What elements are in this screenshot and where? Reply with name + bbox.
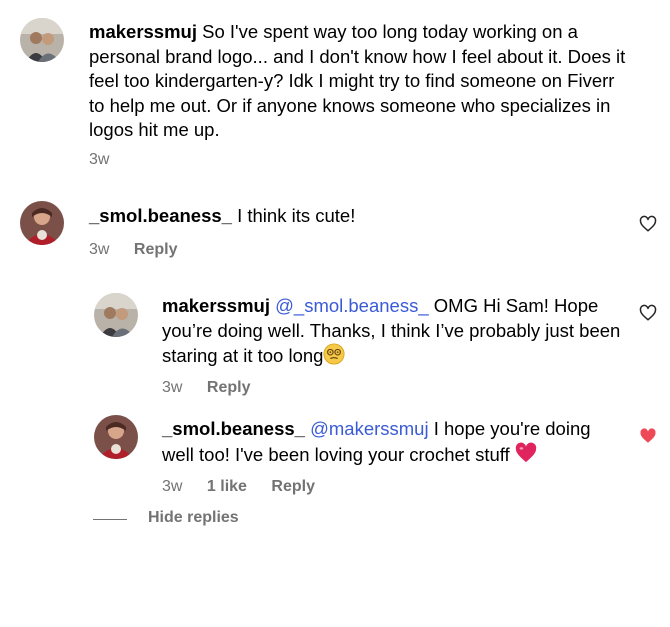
mention-link[interactable]: @_smol.beaness_ xyxy=(275,295,429,316)
divider xyxy=(93,519,127,520)
like-button[interactable] xyxy=(639,304,657,322)
timestamp: 3w xyxy=(162,478,183,495)
hide-replies-button[interactable]: Hide replies xyxy=(148,509,239,527)
like-button[interactable] xyxy=(639,215,657,233)
profile-photo-icon xyxy=(94,293,138,337)
heart-outline-icon xyxy=(639,215,657,232)
heart-filled-icon xyxy=(640,428,656,443)
profile-photo-icon xyxy=(20,201,64,245)
username[interactable]: _smol.beaness_ xyxy=(89,205,232,226)
red-heart-emoji xyxy=(515,442,537,464)
comment-body: I think its cute! xyxy=(237,205,356,226)
caption-text: makerssmuj So I've spent way too long to… xyxy=(89,20,629,143)
like-button[interactable] xyxy=(639,427,657,445)
avatar[interactable] xyxy=(94,293,138,337)
likes-count[interactable]: 1 like xyxy=(207,478,247,495)
timestamp: 3w xyxy=(89,151,110,168)
caption-meta: 3w xyxy=(89,151,129,169)
reply-text: makerssmuj @_smol.beaness_ OMG Hi Sam! H… xyxy=(162,294,622,369)
reply-meta: 3w 1 like Reply xyxy=(162,478,335,496)
reply-button[interactable]: Reply xyxy=(207,379,251,396)
reply-button[interactable]: Reply xyxy=(271,478,315,495)
timestamp: 3w xyxy=(162,379,183,396)
dizzy-face-emoji xyxy=(323,343,346,365)
username[interactable]: _smol.beaness_ xyxy=(162,418,305,439)
reply-meta: 3w Reply xyxy=(162,379,270,397)
username[interactable]: makerssmuj xyxy=(162,295,270,316)
comment-meta: 3w Reply xyxy=(89,241,197,259)
mention-link[interactable]: @makerssmuj xyxy=(310,418,429,439)
comments-panel: makerssmuj So I've spent way too long to… xyxy=(0,0,670,627)
timestamp: 3w xyxy=(89,241,110,258)
reply-button[interactable]: Reply xyxy=(134,241,178,258)
heart-outline-icon xyxy=(639,304,657,321)
avatar[interactable] xyxy=(20,18,64,62)
avatar[interactable] xyxy=(94,415,138,459)
avatar[interactable] xyxy=(20,201,64,245)
reply-text: _smol.beaness_ @makerssmuj I hope you're… xyxy=(162,417,622,467)
username[interactable]: makerssmuj xyxy=(89,21,197,42)
comment-text: _smol.beaness_ I think its cute! xyxy=(89,204,619,229)
profile-photo-icon xyxy=(94,415,138,459)
profile-photo-icon xyxy=(20,18,64,62)
